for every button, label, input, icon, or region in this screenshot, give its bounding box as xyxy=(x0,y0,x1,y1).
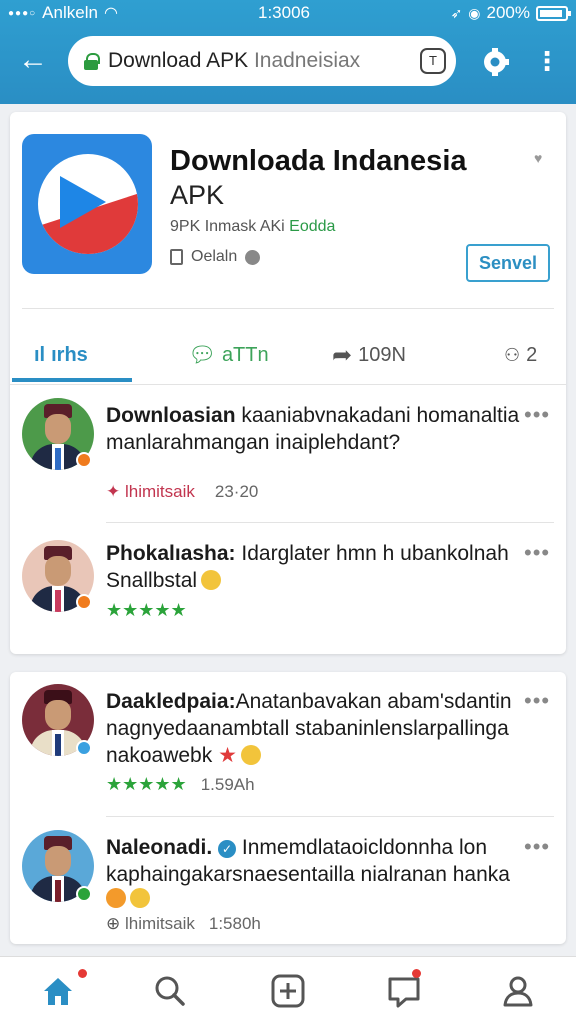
star-rating: ★★★★★ xyxy=(106,600,187,620)
post-text: Naleonadi. ✓ Inmemdlataoicldonnha lon ka… xyxy=(106,836,510,886)
tab-bar: ıl ırhs 💬︎ aTTn ➦ 109N ⚇ 2 xyxy=(10,326,566,384)
document-icon xyxy=(170,249,183,265)
app-title: Downloada Indanesia xyxy=(170,145,467,177)
bottom-navigation xyxy=(0,956,576,1024)
badge-icon xyxy=(76,740,92,756)
star-rating: ★★★★★ xyxy=(106,774,187,794)
alarm-icon: ◉ xyxy=(468,4,481,21)
tab-posts[interactable]: ıl ırhs xyxy=(34,326,88,384)
emoji-icon xyxy=(240,745,261,765)
reaction-emojis xyxy=(106,888,150,910)
status-right: ➶ ◉ 200% xyxy=(450,3,571,23)
search-icon[interactable] xyxy=(150,971,190,1011)
post-meta: ✦ lhimitsaik 23·20 xyxy=(106,482,258,502)
post-meta: ⊕ lhimitsaik 1:580h xyxy=(106,914,261,934)
status-bar: ●●●○ Anlkeln ◠ 1:3006 ➶ ◉ 200% xyxy=(0,0,576,26)
back-arrow-icon[interactable]: ← xyxy=(16,44,50,78)
app-developer[interactable]: Oelaln xyxy=(170,248,261,266)
app-title-line2: APK xyxy=(170,180,225,210)
tab-users[interactable]: ⚇ 2 xyxy=(504,326,537,384)
users-icon: ⚇ xyxy=(504,344,521,365)
post-tag[interactable]: ⊕ lhimitsaik xyxy=(106,914,195,934)
more-options-icon[interactable]: ••• xyxy=(524,834,550,860)
more-options-icon[interactable]: ••• xyxy=(524,540,550,566)
tabs-button[interactable]: T xyxy=(420,48,446,74)
verified-icon: ✓ xyxy=(218,840,237,858)
post-text: Phokalıasha: Idarglater hmn h ubankolnah… xyxy=(106,542,509,592)
active-tab-indicator xyxy=(12,378,132,382)
notification-dot xyxy=(78,969,87,978)
settings-dot-icon xyxy=(245,249,261,265)
more-options-icon[interactable]: ••• xyxy=(524,402,550,428)
home-icon[interactable] xyxy=(38,971,78,1011)
wifi-icon: ◠ xyxy=(103,5,118,22)
follow-button[interactable]: Senvel xyxy=(466,244,550,282)
badge-icon xyxy=(76,452,92,468)
app-logo-icon xyxy=(22,134,152,274)
add-post-icon[interactable] xyxy=(268,971,308,1011)
extension-icon[interactable] xyxy=(478,45,512,79)
divider xyxy=(106,816,554,817)
post-text: Downloasian kaaniabvnakadani homanaltia … xyxy=(106,404,520,454)
notification-dot xyxy=(412,969,421,978)
tab-comments[interactable]: 💬︎ aTTn xyxy=(188,326,269,384)
post-rating: ★★★★★ xyxy=(106,600,187,621)
divider xyxy=(106,522,554,523)
tab-shares[interactable]: ➦ 109N xyxy=(332,326,406,384)
location-icon: ➶ xyxy=(450,4,463,21)
app-meta: 9PK Inmask AKi Eodda xyxy=(170,218,336,235)
post-time: 1.59Ah xyxy=(200,774,255,794)
profile-icon[interactable] xyxy=(498,971,538,1011)
overflow-menu-icon[interactable]: ⋮ xyxy=(534,42,560,82)
lock-icon xyxy=(84,53,100,70)
carrier-name: Anlkeln xyxy=(42,3,98,22)
emoji-icon xyxy=(201,570,222,590)
divider xyxy=(10,384,566,385)
post-time: 1:580h xyxy=(208,914,261,933)
post-meta: ★★★★★ 1.59Ah xyxy=(106,774,255,795)
star-icon: ★ xyxy=(218,744,237,767)
url-text: Download APK Inadneisiax xyxy=(108,49,361,72)
post-tag[interactable]: ✦ lhimitsaik xyxy=(106,482,195,502)
battery-percent: 200% xyxy=(486,3,530,22)
badge-icon xyxy=(76,886,92,902)
post-time: 23·20 xyxy=(214,482,259,501)
app-card: Downloada Indanesia APK 9PK Inmask AKi E… xyxy=(10,112,566,654)
signal-icon: ●●●○ xyxy=(8,7,37,19)
share-arrow-icon: ➦ xyxy=(332,341,353,369)
status-left: ●●●○ Anlkeln ◠ xyxy=(8,3,118,23)
divider xyxy=(22,308,554,309)
url-bar[interactable]: Download APK Inadneisiax xyxy=(68,36,456,86)
feed-card: Daakledpaia:Anatanbavakan abam'sdantin n… xyxy=(10,672,566,944)
more-options-icon[interactable]: ••• xyxy=(524,688,550,714)
post-text: Daakledpaia:Anatanbavakan abam'sdantin n… xyxy=(106,690,512,767)
battery-icon xyxy=(536,5,571,21)
favorite-icon[interactable]: ♥ xyxy=(534,150,542,166)
badge-icon xyxy=(76,594,92,610)
status-time: 1:3006 xyxy=(258,3,310,22)
chat-bubble-icon: 💬︎ xyxy=(188,342,216,367)
bars-icon: ıl xyxy=(34,343,46,366)
browser-header: ●●●○ Anlkeln ◠ 1:3006 ➶ ◉ 200% ← Downloa… xyxy=(0,0,576,104)
